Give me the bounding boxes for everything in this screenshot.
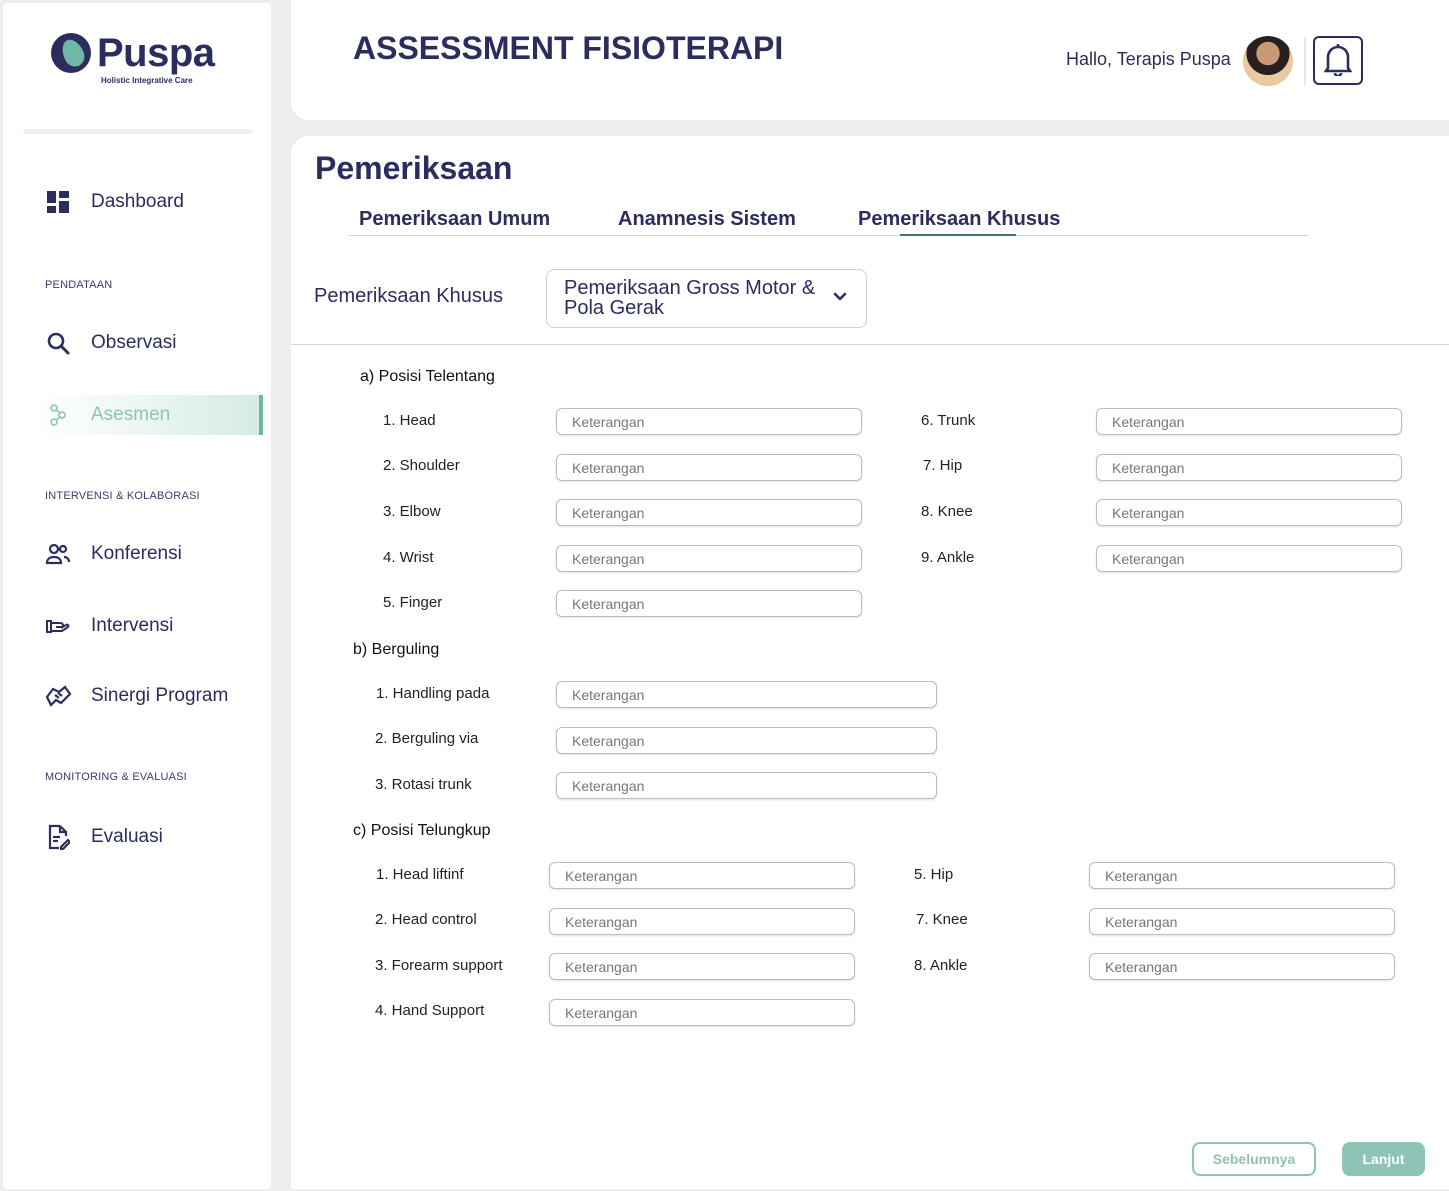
row-label: 2. Berguling via (375, 730, 479, 747)
telentang-shoulder-input[interactable] (556, 454, 862, 481)
telungkup-hand-support-input[interactable] (549, 999, 855, 1026)
berguling-handling-input[interactable] (556, 681, 937, 708)
sidebar-item-sinergi-program[interactable]: Sinergi Program (39, 676, 263, 716)
row-label: 8. Ankle (914, 957, 968, 974)
search-icon (43, 328, 73, 358)
telungkup-ankle-input[interactable] (1089, 953, 1395, 980)
sidebar-item-konferensi[interactable]: Konferensi (39, 534, 263, 574)
telentang-ankle-input[interactable] (1096, 545, 1402, 572)
sidebar-item-intervensi[interactable]: Intervensi (39, 606, 263, 646)
telentang-head-input[interactable] (556, 408, 862, 435)
top-header: ASSESSMENT FISIOTERAPI Hallo, Terapis Pu… (291, 0, 1449, 120)
row-label: 4. Wrist (383, 549, 434, 566)
telungkup-forearm-support-input[interactable] (549, 953, 855, 980)
row-label: 7. Hip (923, 457, 963, 474)
telentang-trunk-input[interactable] (1096, 408, 1402, 435)
group-title-berguling: b) Berguling (353, 641, 440, 658)
sidebar-item-label: Konferensi (91, 543, 182, 564)
sidebar-item-label: Intervensi (91, 615, 174, 636)
chevron-down-icon (833, 290, 847, 309)
row-label: 7. Knee (916, 911, 968, 928)
logo-icon (51, 33, 91, 73)
content-divider (291, 344, 1449, 345)
telungkup-head-control-input[interactable] (549, 908, 855, 935)
sidebar-item-asesmen[interactable]: Asesmen (39, 395, 263, 435)
row-label: 2. Shoulder (383, 457, 460, 474)
handshake-icon (43, 681, 73, 711)
people-icon (43, 539, 73, 569)
berguling-via-input[interactable] (556, 727, 937, 754)
group-title-telentang: a) Posisi Telentang (360, 368, 495, 385)
sidebar-item-evaluasi[interactable]: Evaluasi (39, 817, 263, 857)
bell-icon (1323, 42, 1353, 79)
telentang-elbow-input[interactable] (556, 499, 862, 526)
notification-button[interactable] (1313, 36, 1363, 85)
avatar[interactable] (1243, 36, 1293, 86)
sidebar-item-dashboard[interactable]: Dashboard (39, 182, 263, 222)
row-label: 1. Handling pada (376, 685, 490, 702)
telungkup-hip-input[interactable] (1089, 862, 1395, 889)
row-label: 3. Forearm support (375, 957, 503, 974)
tab-pemeriksaan-khusus[interactable]: Pemeriksaan Khusus (858, 208, 1060, 231)
page-title: ASSESSMENT FISIOTERAPI (353, 30, 784, 66)
row-label: 4. Hand Support (375, 1002, 485, 1019)
sidebar-item-observasi[interactable]: Observasi (39, 323, 263, 363)
sidebar-item-label: Dashboard (91, 191, 184, 212)
main-panel: Pemeriksaan Pemeriksaan Umum Anamnesis S… (291, 136, 1449, 1189)
telungkup-head-lifting-input[interactable] (549, 862, 855, 889)
exam-type-label: Pemeriksaan Khusus (314, 285, 503, 307)
row-label: 5. Hip (914, 866, 954, 883)
section-title: Pemeriksaan (315, 150, 513, 186)
tab-anamnesis-sistem[interactable]: Anamnesis Sistem (618, 208, 796, 231)
row-label: 1. Head liftinf (376, 866, 464, 883)
row-label: 5. Finger (383, 594, 443, 611)
telentang-knee-input[interactable] (1096, 499, 1402, 526)
telentang-hip-input[interactable] (1096, 454, 1402, 481)
active-tab-indicator (900, 234, 1016, 236)
user-greeting: Hallo, Terapis Puspa (1066, 49, 1231, 69)
row-label: 3. Rotasi trunk (375, 776, 472, 793)
row-label: 2. Head control (375, 911, 477, 928)
row-label: 8. Knee (921, 503, 973, 520)
sidebar: Puspa Holistic Integrative Care Dashboar… (3, 3, 271, 1189)
row-label: 1. Head (383, 412, 436, 429)
section-label-intervensi-kolaborasi: INTERVENSI & KOLABORASI (45, 490, 200, 502)
berguling-rotasi-trunk-input[interactable] (556, 772, 937, 799)
next-button[interactable]: Lanjut (1342, 1142, 1425, 1176)
group-title-telungkup: c) Posisi Telungkup (353, 822, 491, 839)
assessment-icon (43, 400, 73, 430)
exam-type-select[interactable]: Pemeriksaan Gross Motor & Pola Gerak (546, 269, 867, 328)
telentang-finger-input[interactable] (556, 590, 862, 617)
hand-icon (43, 611, 73, 641)
telungkup-knee-input[interactable] (1089, 908, 1395, 935)
exam-type-value: Pemeriksaan Gross Motor & Pola Gerak (564, 277, 816, 319)
brand-name: Puspa (97, 31, 215, 75)
row-label: 9. Ankle (921, 549, 975, 566)
row-label: 3. Elbow (383, 503, 441, 520)
tab-bar: Pemeriksaan Umum Anamnesis Sistem Pemeri… (349, 204, 1309, 236)
brand-tagline: Holistic Integrative Care (101, 76, 193, 85)
sidebar-item-label: Asesmen (91, 404, 171, 425)
puspa-logo[interactable]: Puspa Holistic Integrative Care (51, 31, 221, 89)
telentang-wrist-input[interactable] (556, 545, 862, 572)
previous-button[interactable]: Sebelumnya (1192, 1142, 1316, 1176)
row-label: 6. Trunk (921, 412, 976, 429)
header-divider (1304, 37, 1306, 85)
tab-pemeriksaan-umum[interactable]: Pemeriksaan Umum (359, 208, 550, 231)
sidebar-item-label: Evaluasi (91, 826, 163, 847)
sidebar-divider (23, 129, 253, 134)
dashboard-icon (43, 187, 73, 217)
sidebar-item-label: Observasi (91, 332, 177, 353)
section-label-monitoring-evaluasi: MONITORING & EVALUASI (45, 771, 187, 783)
section-label-pendataan: PENDATAAN (45, 279, 113, 291)
sidebar-item-label: Sinergi Program (91, 685, 229, 706)
edit-document-icon (43, 822, 73, 852)
